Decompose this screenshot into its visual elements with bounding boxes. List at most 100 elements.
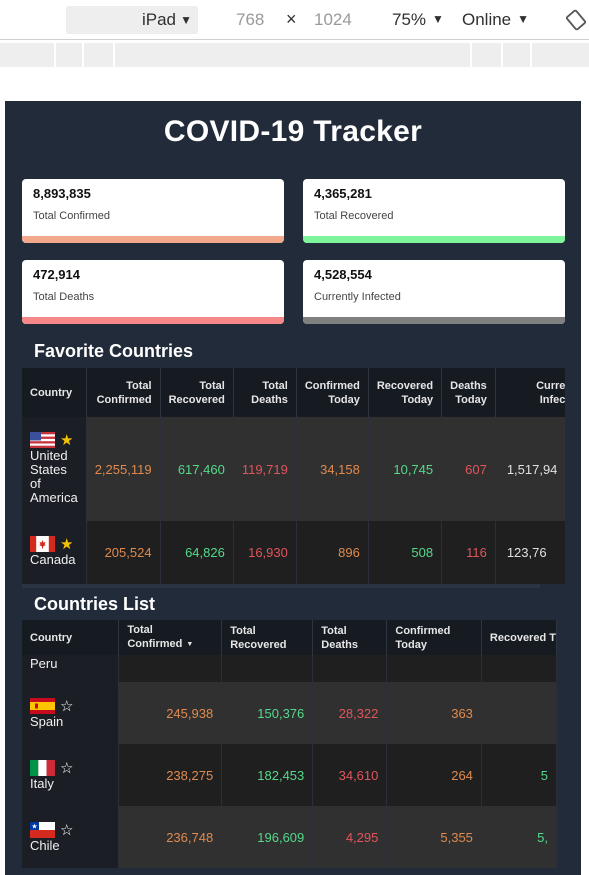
zoom-select[interactable]: 75% ▼ (392, 10, 444, 30)
total-deaths-cell: 4,295 (312, 806, 388, 868)
total-confirmed-cell: 205,524 (86, 521, 161, 584)
table-row[interactable]: ☆ Spain 245,938 150,376 28,322 363 (22, 682, 557, 744)
recovered-today-cell: 10,745 (368, 417, 443, 521)
stat-color-bar (303, 236, 565, 243)
total-recovered-cell: 196,609 (221, 806, 314, 868)
media-query-marker (54, 43, 56, 67)
confirmed-today-cell: 363 (386, 682, 482, 744)
chile-flag-icon (30, 822, 55, 838)
favorites-title: Favorite Countries (34, 341, 194, 361)
chevron-down-icon: ▼ (180, 13, 192, 27)
column-header-total-deaths[interactable]: Total Deaths (233, 368, 297, 417)
column-header-country[interactable]: Country (22, 620, 120, 655)
countries-table[interactable]: Country Total Confirmed ▼ Total Recovered… (22, 620, 557, 875)
favorite-star-outline-icon[interactable]: ☆ (60, 821, 73, 839)
currently-infected-cell: 1,517,94 (495, 417, 565, 521)
country-name: Spain (30, 714, 64, 729)
total-recovered-cell: 150,376 (221, 682, 314, 744)
total-confirmed-cell: 238,275 (118, 744, 223, 806)
stat-value: 8,893,835 (33, 186, 91, 201)
network-value: Online (462, 10, 512, 29)
media-query-bar[interactable] (0, 43, 589, 67)
stat-color-bar (303, 317, 565, 324)
times-symbol: × (286, 9, 297, 29)
total-deaths-cell: 16,930 (233, 521, 297, 584)
media-query-marker (113, 43, 115, 67)
favorite-star-icon[interactable]: ★ (60, 431, 73, 449)
table-row[interactable]: ★ Canada 205,524 64,826 16,930 896 508 1… (22, 521, 565, 584)
device-select[interactable]: iPad ▼ (66, 6, 198, 34)
stat-value: 4,528,554 (314, 267, 372, 282)
table-row[interactable]: Peru (22, 655, 557, 682)
total-recovered-cell: 64,826 (160, 521, 234, 584)
total-deaths-cell: 34,610 (312, 744, 388, 806)
column-header-recovered-today[interactable]: Recovered T (481, 620, 557, 655)
favorites-table[interactable]: Country Total Confirmed Total Recovered To… (22, 368, 565, 584)
stat-card-currently-infected: 4,528,554 Currently Infected (303, 260, 565, 324)
total-confirmed-cell: 236,748 (118, 806, 223, 868)
rotate-icon[interactable] (565, 9, 587, 31)
country-name: Peru (30, 656, 58, 671)
network-select[interactable]: Online ▼ (462, 10, 529, 30)
favorite-star-outline-icon[interactable]: ☆ (60, 759, 73, 777)
canada-flag-icon (30, 536, 55, 552)
recovered-today-cell: 5, (481, 806, 557, 868)
recovered-today-cell (481, 655, 557, 682)
country-cell: ☆ Italy (22, 744, 120, 806)
deaths-today-cell: 116 (441, 521, 496, 584)
country-cell: ☆ Chile (22, 806, 120, 868)
total-deaths-cell: 28,322 (312, 682, 388, 744)
sort-desc-icon: ▼ (186, 641, 194, 648)
confirmed-today-cell (386, 655, 482, 682)
app-viewport: COVID-19 Tracker 8,893,835 Total Confirm… (5, 101, 581, 875)
stat-label: Total Deaths (33, 291, 95, 303)
page-title: COVID-19 Tracker (163, 115, 423, 148)
recovered-today-cell: 508 (368, 521, 443, 584)
chevron-down-icon: ▼ (517, 12, 530, 26)
total-recovered-cell: 617,460 (160, 417, 234, 521)
confirmed-today-cell: 34,158 (296, 417, 369, 521)
stat-color-bar (22, 236, 284, 243)
table-row[interactable]: ☆ Chile 236,748 196,609 4,295 5,355 5, (22, 806, 557, 868)
stat-value: 4,365,281 (314, 186, 372, 201)
countries-list-title: Countries List (34, 594, 156, 614)
table-row[interactable]: ☆ Italy 238,275 182,453 34,610 264 5 (22, 744, 557, 806)
confirmed-today-cell: 264 (386, 744, 482, 806)
country-name: Italy (30, 776, 54, 791)
country-cell: Peru (22, 655, 120, 682)
currently-infected-cell: 123,76 (495, 521, 565, 584)
total-recovered-cell: 182,453 (221, 744, 314, 806)
column-header-total-confirmed[interactable]: Total Confirmed ▼ (118, 620, 223, 655)
column-header-total-deaths[interactable]: Total Deaths (312, 620, 388, 655)
country-name: Chile (30, 838, 60, 853)
column-header-total-recovered[interactable]: Total Recovered (160, 368, 234, 417)
chevron-down-icon: ▼ (432, 12, 444, 26)
country-cell: ★ Canada (22, 521, 87, 584)
horizontal-scrollbar[interactable] (22, 584, 540, 588)
favorite-star-outline-icon[interactable]: ☆ (60, 697, 73, 715)
column-header-confirmed-today[interactable]: Confirmed Today (386, 620, 482, 655)
spain-flag-icon (30, 698, 55, 714)
column-header-country[interactable]: Country (22, 368, 87, 417)
stat-color-bar (22, 317, 284, 324)
column-header-total-confirmed[interactable]: Total Confirmed (86, 368, 161, 417)
width-input[interactable]: 768 (236, 10, 264, 30)
stat-card-total-confirmed: 8,893,835 Total Confirmed (22, 179, 284, 243)
stat-label: Currently Infected (314, 291, 401, 303)
column-header-deaths-today[interactable]: Deaths Today (441, 368, 496, 417)
column-header-currently-infected[interactable]: Curre Infec (495, 368, 565, 417)
column-header-recovered-today[interactable]: Recovered Today (368, 368, 443, 417)
height-input[interactable]: 1024 (314, 10, 352, 30)
stat-value: 472,914 (33, 267, 80, 282)
device-toolbar: iPad ▼ 768 × 1024 75% ▼ Online ▼ (0, 0, 589, 40)
favorite-star-icon[interactable]: ★ (60, 535, 73, 553)
usa-flag-icon (30, 432, 55, 448)
total-deaths-cell (312, 655, 388, 682)
zoom-value: 75% (392, 10, 427, 29)
column-header-confirmed-today[interactable]: Confirmed Today (296, 368, 369, 417)
column-header-total-recovered[interactable]: Total Recovered (221, 620, 314, 655)
country-cell: ★ United States of America (22, 417, 87, 521)
total-confirmed-cell: 2,255,119 (86, 417, 161, 521)
device-name: iPad (141, 10, 176, 29)
table-row[interactable]: ★ United States of America 2,255,119 617,46… (22, 417, 565, 521)
